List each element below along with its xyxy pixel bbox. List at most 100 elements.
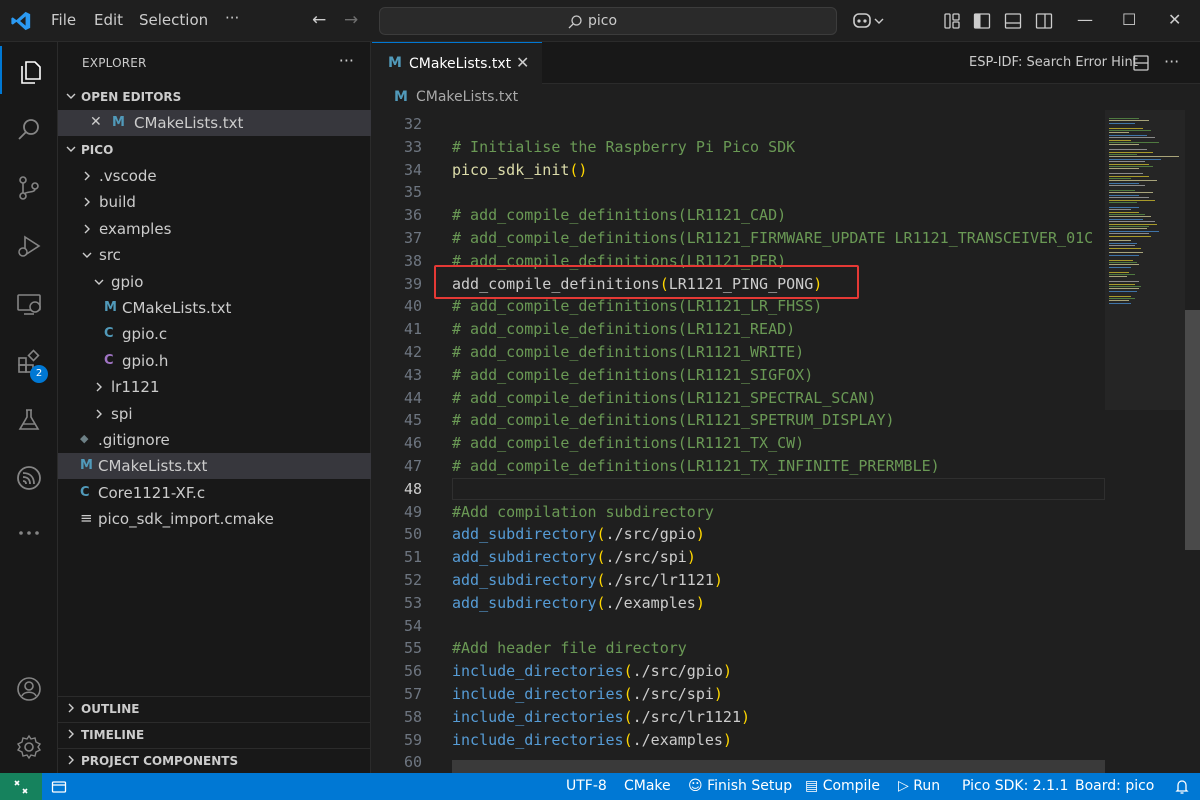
search-activity[interactable] — [0, 104, 58, 152]
explorer-activity[interactable] — [0, 46, 58, 94]
forward-arrow-icon[interactable]: → — [344, 10, 358, 30]
testing-activity[interactable] — [0, 394, 58, 442]
minimap-line — [1109, 276, 1127, 278]
minimap-line — [1109, 264, 1139, 266]
menu-edit[interactable]: Edit — [94, 11, 123, 29]
more-views-activity[interactable] — [0, 507, 58, 555]
accounts-activity[interactable] — [0, 663, 58, 711]
language-mode[interactable]: CMake — [624, 778, 671, 794]
bell-icon[interactable] — [1174, 778, 1190, 795]
tree-item-label: gpio — [111, 272, 144, 291]
tree-item-label: CMakeLists.txt — [98, 457, 208, 476]
tree-item-label: pico_sdk_import.cmake — [98, 510, 274, 529]
run-label: Run — [913, 778, 941, 794]
finish-setup-button[interactable]: ☺ Finish Setup — [688, 778, 792, 794]
minimap-line — [1109, 130, 1151, 131]
workspace-header[interactable]: PICO — [58, 138, 371, 162]
chevron-down-icon — [82, 252, 92, 259]
run-debug-activity[interactable] — [0, 220, 58, 268]
close-editor-icon[interactable]: ✕ — [90, 114, 102, 130]
tab-cmakelists[interactable]: M CMakeLists.txt ✕ — [372, 42, 542, 84]
copilot-icon: ☺ — [688, 778, 703, 794]
finish-setup-label: Finish Setup — [707, 778, 793, 794]
project-components-header[interactable]: PROJECT COMPONENTS — [58, 748, 371, 772]
minimap-line — [1109, 137, 1155, 139]
line-number: 53 — [403, 593, 422, 612]
editor-more-button[interactable]: ··· — [1164, 52, 1179, 71]
outline-header[interactable]: OUTLINE — [58, 696, 371, 720]
gear-icon — [16, 734, 42, 760]
source-control-activity[interactable] — [0, 162, 58, 210]
extensions-activity[interactable]: 2 — [0, 336, 58, 384]
menu-file[interactable]: File — [51, 11, 76, 29]
tree-item-build[interactable]: build — [58, 189, 371, 215]
tree-item-cmakelists-txt[interactable]: M CMakeLists.txt — [58, 453, 371, 480]
toggle-secondary-sidebar-icon[interactable] — [1034, 11, 1054, 31]
maximize-button[interactable]: ☐ — [1122, 10, 1136, 29]
minimap-line — [1109, 151, 1153, 153]
tree-item-label: build — [99, 193, 136, 212]
minimap-line — [1109, 233, 1149, 235]
menu-selection[interactable]: Selection — [139, 11, 208, 29]
close-window-button[interactable]: ✕ — [1168, 10, 1181, 29]
tree-item-cmakelists-txt[interactable]: M CMakeLists.txt — [58, 295, 371, 321]
menu-more-button[interactable]: ··· — [225, 9, 239, 27]
explorer-more-button[interactable]: ··· — [339, 51, 354, 70]
tree-item-src[interactable]: src — [58, 242, 371, 268]
minimap-line — [1109, 302, 1131, 304]
manage-activity[interactable] — [0, 721, 58, 769]
tree-item-gitignore[interactable]: ◆ .gitignore — [58, 427, 371, 453]
close-tab-button[interactable]: ✕ — [516, 53, 529, 72]
esp-idf-search-error-hint[interactable]: ESP-IDF: Search Error Hint — [969, 55, 1138, 70]
minimize-button[interactable]: — — [1077, 10, 1093, 29]
tree-item-gpio-c[interactable]: Cgpio.c — [58, 321, 371, 347]
toggle-primary-sidebar-icon[interactable] — [972, 11, 992, 31]
search-icon — [18, 119, 39, 140]
tree-item-lr1121[interactable]: lr1121 — [58, 374, 371, 400]
source-control-icon — [19, 176, 39, 200]
chevron-right-icon — [84, 171, 90, 181]
code-token: ./src/gpio — [605, 525, 696, 544]
current-line-highlight — [452, 477, 1105, 500]
tree-item-pico-sdk-import-cmake[interactable]: ≡ pico_sdk_import.cmake — [58, 506, 371, 532]
tree-item-gpio-h[interactable]: Cgpio.h — [58, 348, 371, 374]
board-selector[interactable]: Board: pico — [1075, 778, 1154, 794]
compile-button[interactable]: ▤ Compile — [805, 778, 880, 794]
remote-explorer-activity[interactable] — [0, 278, 58, 326]
play-icon: ▷ — [898, 778, 909, 794]
breadcrumb-file[interactable]: CMakeLists.txt — [416, 89, 518, 105]
tree-item-vscode[interactable]: .vscode — [58, 163, 371, 189]
open-editors-header[interactable]: OPEN EDITORS — [58, 85, 371, 109]
horizontal-scrollbar[interactable] — [452, 760, 1105, 773]
code-line: # add_compile_definitions(LR1121_TX_CW) — [452, 434, 804, 452]
run-button[interactable]: ▷ Run — [898, 778, 940, 794]
remote-icon — [14, 780, 28, 794]
code-editor[interactable]: 32 33 # Initialise the Raspberry Pi Pico S… — [372, 110, 1105, 773]
chevron-right-icon — [68, 703, 74, 713]
ports-icon[interactable] — [51, 779, 67, 795]
remote-indicator[interactable] — [0, 773, 42, 800]
split-editor-icon[interactable] — [1132, 54, 1150, 72]
minimap-line — [1109, 235, 1151, 237]
line-number: 42 — [403, 343, 422, 361]
back-arrow-icon[interactable]: ← — [312, 10, 326, 30]
tree-item-examples[interactable]: examples — [58, 216, 371, 242]
open-editor-item[interactable]: ✕ M CMakeLists.txt — [58, 110, 371, 136]
command-center-search[interactable]: pico — [379, 7, 837, 35]
cmake-file-icon: M — [104, 300, 117, 315]
encoding-indicator[interactable]: UTF-8 — [566, 778, 607, 794]
vertical-scrollbar[interactable] — [1185, 310, 1200, 550]
pico-sdk-version[interactable]: Pico SDK: 2.1.1 — [962, 778, 1068, 794]
customize-layout-icon[interactable] — [942, 11, 962, 31]
tree-item-spi[interactable]: spi — [58, 401, 371, 427]
cmake-file-icon: M — [388, 55, 402, 71]
timeline-header[interactable]: TIMELINE — [58, 722, 371, 746]
esp-idf-activity[interactable] — [0, 452, 58, 500]
tree-item-gpio[interactable]: gpio — [58, 269, 371, 295]
toggle-panel-icon[interactable] — [1003, 11, 1023, 31]
search-text: pico — [588, 13, 618, 29]
code-line: include_directories(./src/lr1121) — [452, 708, 750, 726]
minimap[interactable] — [1105, 110, 1200, 773]
copilot-icon[interactable] — [852, 11, 886, 31]
tree-item-core1121-xf-c[interactable]: C Core1121-XF.c — [58, 480, 371, 506]
